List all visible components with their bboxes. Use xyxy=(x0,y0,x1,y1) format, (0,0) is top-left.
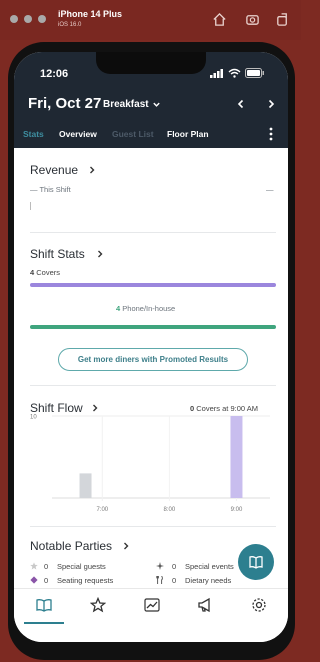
special-events-label: Special events xyxy=(185,562,234,571)
tab-floor-plan[interactable]: Floor Plan xyxy=(167,129,209,139)
covers-bar xyxy=(30,283,276,287)
x-tick-label: 9:00 xyxy=(231,507,243,513)
shift-date[interactable]: Fri, Oct 27 xyxy=(28,95,101,112)
megaphone-icon[interactable] xyxy=(197,597,213,613)
flow-bar xyxy=(230,416,243,498)
trending-icon[interactable] xyxy=(144,597,160,613)
x-tick-label: 8:00 xyxy=(164,507,176,513)
chevron-down-icon[interactable] xyxy=(152,100,161,109)
dynamic-notch xyxy=(96,52,206,74)
shift-flow-chart: 10 7:00 8:00 9:00 xyxy=(30,415,270,513)
tab-stats[interactable]: Stats xyxy=(23,129,44,139)
flow-bar xyxy=(79,473,92,498)
x-tick-label: 7:00 xyxy=(96,507,108,513)
signal-icon xyxy=(210,69,223,78)
phone-inhouse-summary: 4 Phone/In-house xyxy=(116,304,175,313)
phone-label: Phone/In-house xyxy=(122,304,176,313)
dietary-needs-count: 0 xyxy=(172,576,177,585)
gift-icon xyxy=(30,576,38,584)
special-events-count: 0 xyxy=(172,562,177,571)
chevron-right-icon[interactable] xyxy=(266,99,276,109)
tab-overview[interactable]: Overview xyxy=(59,129,97,139)
bottom-navigation xyxy=(14,588,288,642)
promoted-results-button[interactable]: Get more diners with Promoted Results xyxy=(58,348,248,371)
zoom-window-button[interactable] xyxy=(38,15,46,23)
close-window-button[interactable] xyxy=(10,15,18,23)
star-icon xyxy=(30,562,38,570)
chevron-right-icon[interactable] xyxy=(88,166,96,174)
chevron-right-icon[interactable] xyxy=(122,542,130,550)
screenshot-icon[interactable] xyxy=(245,12,260,27)
y-tick-label: 10 xyxy=(30,415,37,421)
revenue-legend: — This Shift xyxy=(30,185,71,194)
special-guests-label: Special guests xyxy=(57,562,106,571)
covers-count: 4 xyxy=(30,268,35,277)
rotate-icon[interactable] xyxy=(275,12,290,27)
revenue-value: — xyxy=(266,185,274,194)
sparkle-icon xyxy=(156,562,164,570)
simulator-title-bar: iPhone 14 Plus iOS 16.0 xyxy=(0,0,301,40)
section-divider xyxy=(30,526,276,527)
minimize-window-button[interactable] xyxy=(24,15,32,23)
utensils-icon xyxy=(156,576,163,584)
covers-summary: 4 Covers xyxy=(30,268,60,277)
seating-requests-count: 0 xyxy=(44,576,49,585)
tab-guest-list[interactable]: Guest List xyxy=(112,129,154,139)
notable-parties-title[interactable]: Notable Parties xyxy=(30,539,112,553)
revenue-title[interactable]: Revenue xyxy=(30,163,78,177)
battery-icon xyxy=(245,68,264,78)
phone-count: 4 xyxy=(116,304,121,313)
wifi-icon xyxy=(228,68,241,78)
special-guests-count: 0 xyxy=(44,562,49,571)
more-options-icon[interactable] xyxy=(268,127,274,141)
section-divider xyxy=(30,385,276,386)
dietary-needs-label: Dietary needs xyxy=(185,576,232,585)
covers-label: Covers xyxy=(36,268,61,277)
active-tab-indicator xyxy=(24,622,64,624)
shift-stats-title[interactable]: Shift Stats xyxy=(30,247,85,261)
simulator-os-version: iOS 16.0 xyxy=(58,22,82,28)
chevron-left-icon[interactable] xyxy=(236,99,246,109)
status-time: 12:06 xyxy=(40,68,69,80)
settings-icon[interactable] xyxy=(251,597,267,613)
section-divider xyxy=(30,232,276,233)
revenue-sparkline xyxy=(30,202,31,210)
seating-requests-label: Seating requests xyxy=(57,576,114,585)
phone-screen: 12:06 Fri, Oct 27 Breakfast Stats Overvi… xyxy=(14,52,288,642)
phone-inhouse-bar xyxy=(30,325,276,329)
book-open-icon[interactable] xyxy=(36,597,52,613)
reservation-book-button[interactable] xyxy=(238,544,274,580)
meal-period-selector[interactable]: Breakfast xyxy=(103,99,149,110)
simulator-device-name: iPhone 14 Plus xyxy=(58,9,123,19)
chevron-right-icon[interactable] xyxy=(96,250,104,258)
book-icon xyxy=(249,556,263,569)
star-outline-icon[interactable] xyxy=(90,597,106,613)
home-icon[interactable] xyxy=(212,12,227,27)
